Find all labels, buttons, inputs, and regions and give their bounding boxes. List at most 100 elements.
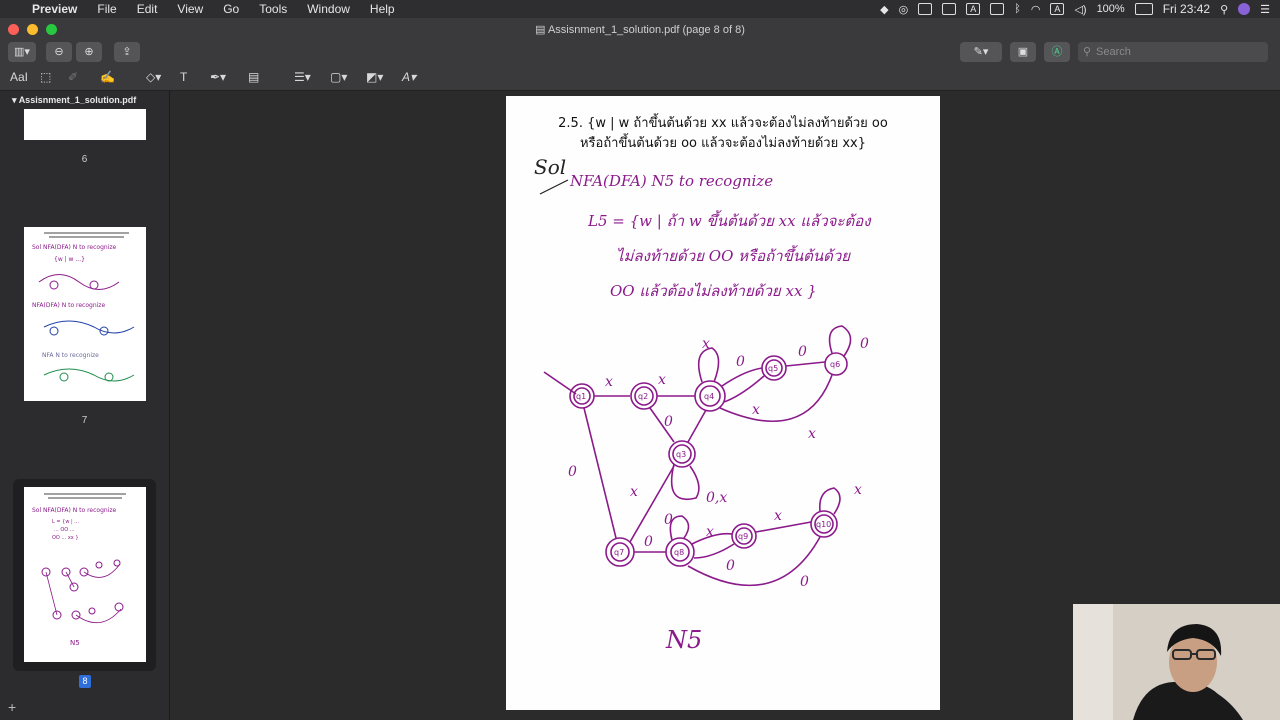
loop-q10 xyxy=(818,487,841,515)
menu-go[interactable]: Go xyxy=(213,0,249,18)
spotlight-search-icon[interactable]: ⚲ xyxy=(1220,3,1228,16)
pdf-page-8: 2.5. {w | w ถ้าขึ้นต้นด้วย xx แล้วจะต้อง… xyxy=(506,96,940,710)
presenter-video xyxy=(1073,604,1280,720)
edge-q4-q3 xyxy=(687,409,707,443)
menu-view[interactable]: View xyxy=(167,0,213,18)
svg-text:x: x xyxy=(854,482,862,498)
text-selection-tool[interactable]: AaI xyxy=(10,70,28,84)
sidebar-toggle-button[interactable]: ▥▾ xyxy=(8,42,36,62)
menu-file[interactable]: File xyxy=(87,0,126,18)
svg-text:x: x xyxy=(774,508,782,524)
handwriting-line3: ไม่ลงท้ายด้วย OO หรือถ้าขึ้นต้นด้วย xyxy=(616,245,851,265)
dropbox-icon[interactable]: ◆ xyxy=(880,3,888,16)
zoom-out-button[interactable]: ⊖ xyxy=(46,42,72,62)
sidebar-file-header[interactable]: ▾ Assisnment_1_solution.pdf xyxy=(0,91,169,109)
rect-selection-icon[interactable]: ⬚ xyxy=(40,70,51,84)
thumbnail-label-8-selected: 8 xyxy=(79,675,91,688)
svg-text:x: x xyxy=(706,524,714,540)
main-toolbar: ▥▾ ⊖ ⊕ ⇪ ✎▾ ▣ Ⓐ ⚲ Search xyxy=(0,42,1280,66)
edge-q1-q7 xyxy=(583,407,617,539)
sol-label: Sol xyxy=(534,155,566,179)
menu-bar: Preview File Edit View Go Tools Window H… xyxy=(0,0,1280,18)
svg-text:OO ... xx }: OO ... xx } xyxy=(52,535,79,541)
window-title: ▤ Assisnment_1_solution.pdf (page 8 of 8… xyxy=(0,23,1280,36)
text-style-icon[interactable]: A▾ xyxy=(402,70,416,84)
state-q7-label: q7 xyxy=(614,548,624,557)
input-source-icon[interactable]: A xyxy=(1050,3,1065,15)
share-button[interactable]: ⇪ xyxy=(114,42,140,62)
thumbnail-8-drawing: Sol NFA(DFA) N to recognize L = {w | ...… xyxy=(32,493,126,647)
menu-tools[interactable]: Tools xyxy=(249,0,297,18)
sketch-icon[interactable]: ✐ xyxy=(68,70,78,84)
notification-center-icon[interactable]: ☰ xyxy=(1260,3,1270,16)
battery-icon[interactable] xyxy=(1134,3,1153,15)
status-area: ◆ ◎ A ᛒ ◠ A ◁) 100% Fri 23:42 ⚲ ☰ xyxy=(880,0,1270,18)
svg-text:0: 0 xyxy=(800,574,809,590)
menu-edit[interactable]: Edit xyxy=(127,0,168,18)
svg-text:x: x xyxy=(702,336,710,352)
svg-text:0,x: 0,x xyxy=(706,490,727,506)
state-q5-label: q5 xyxy=(768,364,778,373)
menu-help[interactable]: Help xyxy=(360,0,405,18)
text-box-icon[interactable]: T xyxy=(180,70,187,84)
markup-pen-button[interactable]: ✎▾ xyxy=(960,42,1002,62)
shapes-icon[interactable]: ◇▾ xyxy=(146,70,161,84)
screen-icon[interactable] xyxy=(918,3,933,15)
svg-text:x: x xyxy=(630,484,638,500)
svg-text:x: x xyxy=(658,372,666,388)
svg-text:0: 0 xyxy=(736,354,745,370)
edge-q9-q8 xyxy=(693,543,735,559)
handwriting-line4: OO แล้วต้องไม่ลงท้ายด้วย xx } xyxy=(610,282,817,300)
state-q9-label: q9 xyxy=(738,532,748,541)
menu-window[interactable]: Window xyxy=(297,0,360,18)
rotate-button[interactable]: ▣ xyxy=(1010,42,1036,62)
edge-q5-q6 xyxy=(785,361,826,367)
thumbnail-7-drawing: Sol NFA(DFA) N to recognize {w | w ...} … xyxy=(32,232,135,382)
search-icon: ⚲ xyxy=(1083,46,1092,58)
thumbnail-sidebar: ▾ Assisnment_1_solution.pdf 6 Sol NFA(DF… xyxy=(0,91,170,720)
pdf-document-icon: ▤ xyxy=(535,24,548,36)
state-q10-label: q10 xyxy=(816,520,831,529)
markup-toolbar-button[interactable]: Ⓐ xyxy=(1044,42,1070,62)
svg-text:0: 0 xyxy=(798,344,807,360)
svg-text:0: 0 xyxy=(568,464,577,480)
fill-color-icon[interactable]: ◩▾ xyxy=(366,70,383,84)
thumbnail-page-6[interactable] xyxy=(24,109,146,140)
window-title-text: Assisnment_1_solution.pdf (page 8 of 8) xyxy=(547,24,745,36)
border-color-icon[interactable]: ▢▾ xyxy=(330,70,347,84)
svg-text:... OO ...: ... OO ... xyxy=(54,527,75,533)
edge-q5-q4 xyxy=(723,375,765,403)
bluetooth-icon[interactable]: ᛒ xyxy=(1014,3,1021,15)
keyboard-icon[interactable] xyxy=(942,3,957,15)
zoom-in-button[interactable]: ⊕ xyxy=(76,42,102,62)
wifi-icon[interactable]: ◠ xyxy=(1031,3,1041,16)
apple-menu-icon[interactable] xyxy=(0,0,22,18)
loop-q3 xyxy=(670,463,700,500)
clock[interactable]: Fri 23:42 xyxy=(1163,2,1210,16)
thumbnail-page-7[interactable]: Sol NFA(DFA) N to recognize {w | w ...} … xyxy=(24,227,146,401)
window-titlebar: ▤ Assisnment_1_solution.pdf (page 8 of 8… xyxy=(0,18,1280,42)
text-input-icon[interactable]: A xyxy=(966,3,981,15)
shape-style-icon[interactable]: ☰▾ xyxy=(294,70,311,84)
volume-icon[interactable]: ◁) xyxy=(1074,3,1086,16)
battery-percent[interactable]: 100% xyxy=(1097,3,1125,15)
search-field[interactable]: ⚲ Search xyxy=(1078,42,1268,62)
sidebar-file-name: Assisnment_1_solution.pdf xyxy=(18,95,137,105)
menu-app-name[interactable]: Preview xyxy=(22,0,87,18)
state-q8-label: q8 xyxy=(674,548,684,557)
draw-icon[interactable]: ✍ xyxy=(100,70,115,84)
add-page-icon[interactable]: + xyxy=(8,699,16,715)
svg-text:0: 0 xyxy=(726,558,735,574)
disclosure-triangle-icon[interactable]: ▾ xyxy=(12,95,19,105)
note-icon[interactable]: ▤ xyxy=(248,70,259,84)
edge-q9-q10 xyxy=(755,521,812,533)
svg-text:{w | w ...}: {w | w ...} xyxy=(54,256,85,263)
thumbnail-page-8[interactable]: Sol NFA(DFA) N to recognize L = {w | ...… xyxy=(24,487,146,662)
automaton-diagram xyxy=(543,325,852,587)
sign-icon[interactable]: ✒▾ xyxy=(210,70,226,84)
siri-icon[interactable] xyxy=(1238,3,1251,15)
svg-text:L = {w | ...: L = {w | ... xyxy=(52,519,79,525)
sync-icon[interactable]: ◎ xyxy=(899,3,909,16)
display-icon[interactable] xyxy=(990,3,1005,15)
svg-text:Sol NFA(DFA) N to recognize: Sol NFA(DFA) N to recognize xyxy=(32,507,117,514)
